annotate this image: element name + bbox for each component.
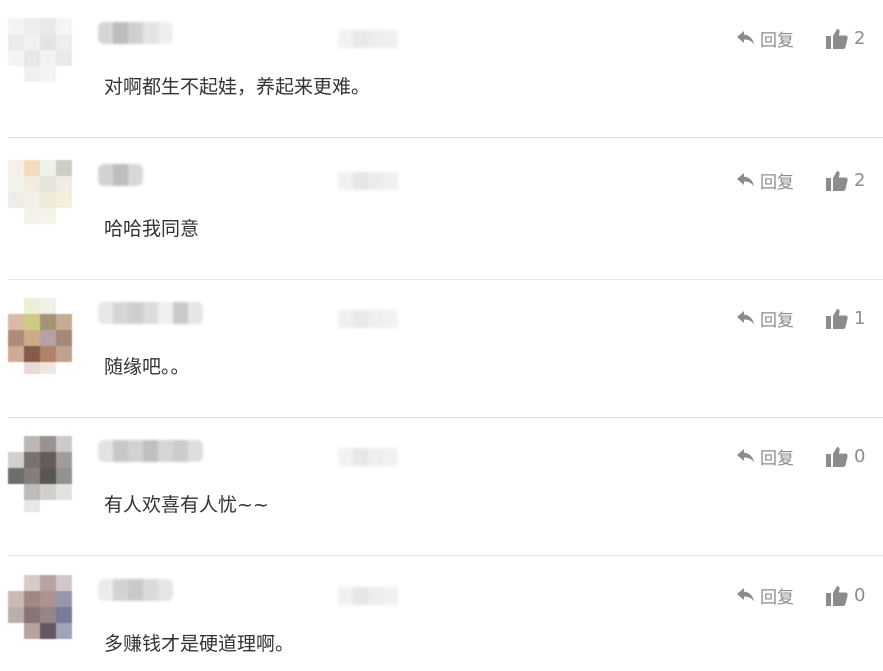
like-button[interactable]: 2	[826, 25, 865, 51]
thumbs-up-icon	[826, 170, 848, 191]
reply-arrow-icon	[736, 587, 756, 603]
like-count: 2	[854, 27, 866, 49]
like-count: 0	[854, 445, 866, 467]
like-button[interactable]: 0	[826, 443, 865, 469]
like-count: 2	[854, 169, 866, 191]
reply-button[interactable]: 回复	[736, 167, 794, 193]
thumbs-up-icon	[826, 308, 848, 329]
timestamp-redacted	[338, 30, 398, 48]
reply-button[interactable]: 回复	[736, 443, 794, 469]
reply-label: 回复	[760, 30, 794, 51]
comment-text: 随缘吧。。	[104, 356, 190, 378]
like-button[interactable]: 1	[826, 305, 865, 331]
thumbs-up-icon	[826, 446, 848, 467]
comment-text: 对啊都生不起娃，养起来更难。	[104, 76, 371, 98]
reply-arrow-icon	[736, 30, 756, 46]
thumbs-up-icon	[826, 28, 848, 49]
like-button[interactable]: 2	[826, 167, 865, 193]
avatar[interactable]	[8, 575, 84, 651]
avatar[interactable]	[8, 160, 84, 236]
thumbs-up-icon	[826, 585, 848, 606]
reply-label: 回复	[760, 310, 794, 331]
like-count: 1	[854, 307, 866, 329]
username-redacted[interactable]	[98, 579, 173, 601]
username-redacted[interactable]	[98, 22, 173, 44]
reply-label: 回复	[760, 587, 794, 608]
reply-arrow-icon	[736, 310, 756, 326]
reply-label: 回复	[760, 172, 794, 193]
avatar[interactable]	[8, 298, 84, 374]
reply-arrow-icon	[736, 172, 756, 188]
reply-label: 回复	[760, 448, 794, 469]
reply-button[interactable]: 回复	[736, 305, 794, 331]
like-count: 0	[854, 584, 866, 606]
avatar[interactable]	[8, 436, 84, 512]
reply-arrow-icon	[736, 448, 756, 464]
reply-button[interactable]: 回复	[736, 582, 794, 608]
username-redacted[interactable]	[98, 440, 203, 462]
comment-item: 回复 2 哈哈我同意	[8, 142, 883, 280]
comment-text: 有人欢喜有人忧~~	[104, 494, 269, 516]
comment-item: 回复 2 对啊都生不起娃，养起来更难。	[8, 0, 883, 138]
username-redacted[interactable]	[98, 164, 143, 186]
comment-item: 回复 0 有人欢喜有人忧~~	[8, 418, 883, 556]
like-button[interactable]: 0	[826, 582, 865, 608]
comment-text: 多赚钱才是硬道理啊。	[104, 633, 295, 655]
comment-text: 哈哈我同意	[104, 218, 200, 240]
avatar[interactable]	[8, 18, 84, 94]
username-redacted[interactable]	[98, 302, 203, 324]
comment-item: 回复 0 多赚钱才是硬道理啊。	[8, 557, 883, 671]
timestamp-redacted	[338, 310, 398, 328]
comment-item: 回复 1 随缘吧。。	[8, 280, 883, 418]
timestamp-redacted	[338, 448, 398, 466]
timestamp-redacted	[338, 587, 398, 605]
reply-button[interactable]: 回复	[736, 25, 794, 51]
timestamp-redacted	[338, 172, 398, 190]
